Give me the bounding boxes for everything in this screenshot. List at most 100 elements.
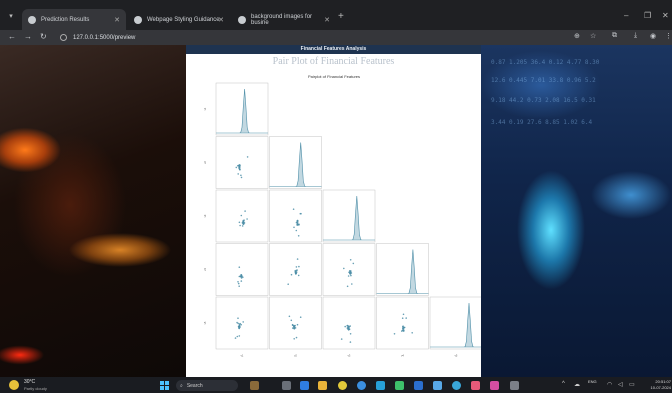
extensions-icon[interactable]: ⧉ bbox=[612, 32, 617, 40]
app-icon-cyan[interactable] bbox=[452, 381, 461, 390]
reload-icon[interactable]: ↻ bbox=[40, 32, 47, 41]
taskbar-search[interactable]: ⌕ Search bbox=[176, 380, 238, 391]
y-axis-label: v4 bbox=[203, 268, 207, 271]
weather-description: Partly cloudy bbox=[24, 386, 47, 391]
scatter-point bbox=[300, 212, 302, 215]
terminal-app-icon[interactable] bbox=[510, 381, 519, 390]
new-tab-button[interactable]: + bbox=[338, 11, 344, 22]
language-indicator[interactable]: ENG bbox=[588, 379, 597, 384]
scatter-point bbox=[237, 317, 239, 319]
app-icon-vs[interactable] bbox=[414, 381, 423, 390]
scatter-point bbox=[343, 267, 345, 270]
close-tab-icon[interactable]: ✕ bbox=[114, 16, 120, 24]
address-bar[interactable]: 127.0.0.1:5000/preview bbox=[60, 32, 580, 43]
task-view-icon[interactable] bbox=[282, 381, 291, 390]
scatter-point bbox=[403, 326, 405, 329]
close-window-icon[interactable]: ✕ bbox=[662, 11, 669, 20]
scatter-point bbox=[295, 269, 297, 272]
subplot-frame bbox=[215, 189, 269, 243]
weather-temperature: 30°C bbox=[24, 379, 36, 385]
scatter-point bbox=[293, 327, 296, 329]
site-info-icon[interactable] bbox=[60, 34, 67, 41]
chevron-up-icon[interactable]: ^ bbox=[562, 381, 565, 387]
page-header: Financial Features Analysis bbox=[186, 45, 481, 54]
browser-tab-strip: ▾ Prediction Results ✕ Webpage Styling G… bbox=[0, 0, 672, 30]
scatter-point bbox=[246, 218, 248, 220]
forward-arrow-icon[interactable]: → bbox=[24, 32, 32, 41]
app-icon-blue[interactable] bbox=[357, 381, 366, 390]
chrome-app-icon[interactable] bbox=[338, 381, 347, 390]
restore-icon[interactable]: ❐ bbox=[644, 11, 651, 20]
cloud-icon[interactable]: ☁ bbox=[574, 381, 580, 388]
app-icon-magenta[interactable] bbox=[490, 381, 499, 390]
tab-background-images[interactable]: background images for busine ✕ bbox=[232, 9, 336, 30]
subplot-frame bbox=[215, 243, 269, 296]
app-icon-pink[interactable] bbox=[471, 381, 480, 390]
scatter-point bbox=[349, 272, 351, 274]
url-text: 127.0.0.1:5000/preview bbox=[73, 34, 136, 41]
scatter-point bbox=[349, 333, 352, 335]
scatter-point bbox=[349, 270, 351, 272]
background-image-right: 0.87 1.205 36.4 0.12 4.77 8.30 12.6 0.44… bbox=[481, 45, 672, 377]
scatter-point bbox=[405, 317, 407, 319]
scatter-point bbox=[349, 341, 352, 343]
scatter-point bbox=[238, 221, 241, 224]
tab-title: Webpage Styling Guidance bbox=[147, 16, 220, 23]
scatter-point bbox=[295, 266, 298, 268]
background-image-left bbox=[0, 45, 186, 377]
app-icon-light-blue[interactable] bbox=[433, 381, 442, 390]
kde-curve bbox=[376, 249, 429, 294]
scatter-point bbox=[349, 259, 352, 261]
tab-webpage-styling[interactable]: Webpage Styling Guidance ✕ bbox=[128, 9, 230, 30]
scatter-point bbox=[238, 324, 241, 327]
scatter-point bbox=[344, 325, 346, 328]
weather-sun-icon[interactable] bbox=[9, 380, 19, 390]
file-explorer-icon[interactable] bbox=[318, 381, 327, 390]
scatter-point bbox=[242, 276, 244, 278]
scatter-point bbox=[240, 274, 243, 276]
start-button[interactable] bbox=[160, 381, 169, 390]
tab-title: Prediction Results bbox=[41, 16, 90, 23]
scatter-point bbox=[287, 283, 289, 285]
tab-search-icon[interactable]: ▾ bbox=[5, 12, 17, 24]
kde-curve bbox=[323, 195, 375, 241]
scatter-point bbox=[295, 336, 298, 339]
close-tab-icon[interactable]: ✕ bbox=[324, 16, 330, 24]
kde-curve bbox=[430, 302, 481, 348]
profile-icon[interactable]: ◉ bbox=[650, 32, 656, 40]
pairplot-figure: Pairplot of Financial Features v1v1v2v2v… bbox=[203, 74, 481, 358]
search-icon: ⌕ bbox=[180, 382, 183, 389]
battery-icon[interactable]: ▭ bbox=[629, 381, 635, 388]
vscode-app-icon[interactable] bbox=[376, 381, 385, 390]
minimize-icon[interactable]: – bbox=[624, 11, 628, 20]
scatter-point bbox=[346, 324, 349, 327]
wifi-icon[interactable]: ◠ bbox=[607, 381, 612, 388]
scatter-point bbox=[347, 275, 350, 277]
scatter-point bbox=[351, 283, 353, 285]
volume-icon[interactable]: ◁ bbox=[618, 381, 623, 388]
widgets-app-icon[interactable] bbox=[250, 381, 259, 390]
download-icon[interactable]: ⤓ bbox=[634, 32, 637, 40]
scatter-point bbox=[297, 235, 300, 237]
bookmark-star-icon[interactable]: ☆ bbox=[590, 32, 596, 40]
x-axis-label: v3 bbox=[348, 354, 351, 358]
subplot-frame bbox=[322, 296, 376, 350]
scatter-point bbox=[393, 333, 396, 335]
subplot-frame bbox=[429, 296, 481, 350]
y-axis-label: v1 bbox=[203, 107, 207, 110]
scatter-point bbox=[236, 335, 239, 338]
edge-app-icon[interactable] bbox=[300, 381, 309, 390]
close-tab-icon[interactable]: ✕ bbox=[218, 16, 224, 24]
scatter-point bbox=[348, 325, 350, 328]
back-arrow-icon[interactable]: ← bbox=[8, 32, 16, 41]
zoom-icon[interactable]: ⊕ bbox=[574, 32, 580, 40]
clock[interactable]: 20:51:07 10-07-2024 bbox=[645, 379, 671, 391]
page-viewport: 0.87 1.205 36.4 0.12 4.77 8.30 12.6 0.44… bbox=[0, 45, 672, 377]
subplot-frame bbox=[322, 243, 376, 296]
menu-icon[interactable]: ⋮ bbox=[665, 32, 672, 40]
tab-prediction-results[interactable]: Prediction Results ✕ bbox=[22, 9, 126, 30]
scatter-point bbox=[239, 168, 241, 171]
scatter-point bbox=[292, 327, 294, 329]
scatter-point bbox=[290, 273, 293, 276]
app-icon-green[interactable] bbox=[395, 381, 404, 390]
